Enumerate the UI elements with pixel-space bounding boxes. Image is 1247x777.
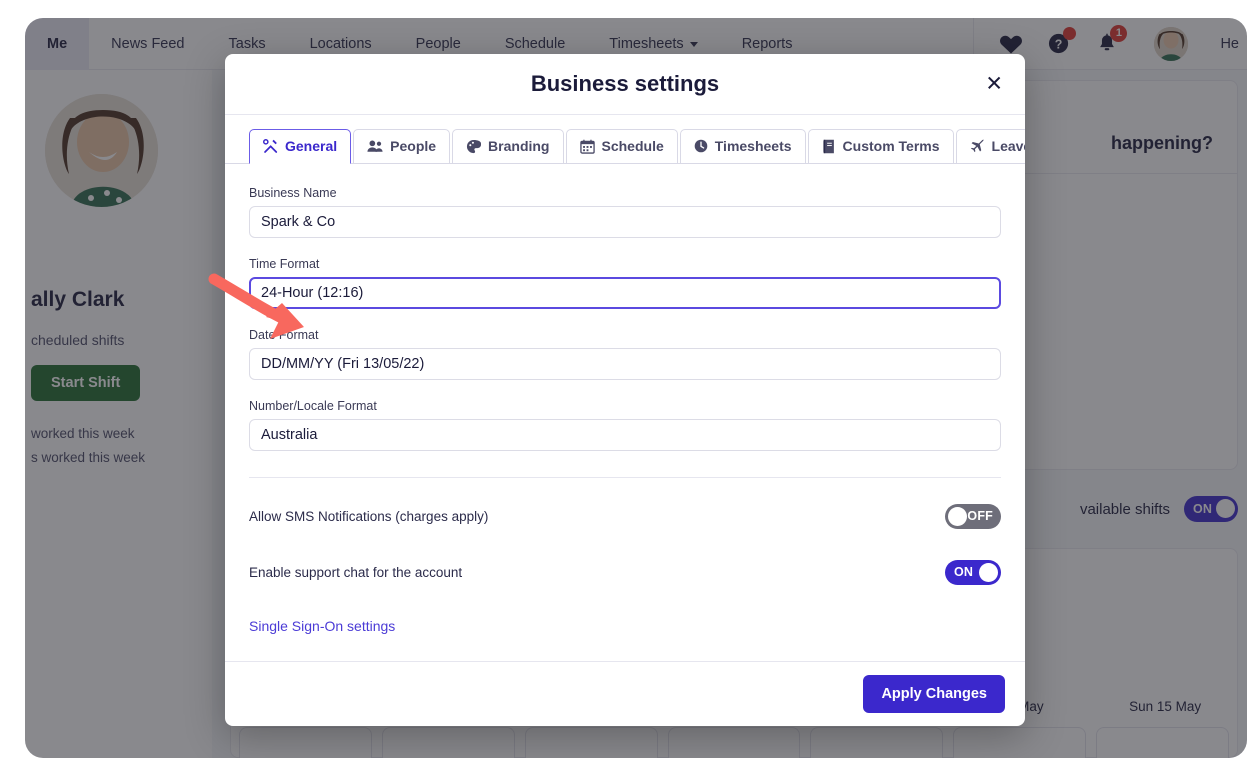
tab-label: General bbox=[285, 138, 337, 154]
book-icon bbox=[822, 139, 836, 154]
settings-tab-bar: General People Branding bbox=[225, 115, 1025, 164]
tools-icon bbox=[263, 139, 278, 154]
calendar-icon bbox=[580, 139, 595, 154]
dialog-header: Business settings ✕ bbox=[225, 54, 1025, 115]
row-support-chat: Enable support chat for the account ON bbox=[249, 554, 1001, 590]
field-time-format: Time Format bbox=[249, 257, 1001, 309]
field-label: Time Format bbox=[249, 257, 1001, 271]
tab-label: Schedule bbox=[602, 138, 664, 154]
tab-custom-terms[interactable]: Custom Terms bbox=[808, 129, 954, 164]
screenshot-root: Me News Feed Tasks Locations People Sche… bbox=[0, 0, 1247, 777]
tab-people[interactable]: People bbox=[353, 129, 450, 164]
tab-label: Custom Terms bbox=[843, 138, 940, 154]
tab-leave[interactable]: Leave bbox=[956, 129, 1025, 164]
support-chat-toggle[interactable]: ON bbox=[945, 560, 1001, 585]
single-sign-on-settings-link[interactable]: Single Sign-On settings bbox=[249, 618, 395, 634]
toggle-knob bbox=[948, 507, 967, 526]
clock-icon bbox=[694, 139, 708, 153]
dialog-title: Business settings bbox=[531, 71, 719, 97]
apply-changes-button[interactable]: Apply Changes bbox=[863, 675, 1005, 713]
toggle-state-label: OFF bbox=[967, 509, 993, 523]
business-name-input[interactable] bbox=[249, 206, 1001, 238]
number-locale-format-input[interactable] bbox=[249, 419, 1001, 451]
toggle-knob bbox=[979, 563, 998, 582]
tab-general[interactable]: General bbox=[249, 129, 351, 164]
people-icon bbox=[367, 139, 383, 153]
field-date-format: Date Format bbox=[249, 328, 1001, 380]
support-chat-label: Enable support chat for the account bbox=[249, 565, 462, 580]
tab-label: Leave bbox=[992, 138, 1025, 154]
time-format-input[interactable] bbox=[249, 277, 1001, 309]
plane-icon bbox=[970, 139, 985, 154]
field-number-locale-format: Number/Locale Format bbox=[249, 399, 1001, 451]
field-label: Number/Locale Format bbox=[249, 399, 1001, 413]
palette-icon bbox=[466, 139, 481, 154]
dialog-footer: Apply Changes bbox=[225, 661, 1025, 726]
field-business-name: Business Name bbox=[249, 186, 1001, 238]
sms-notifications-label: Allow SMS Notifications (charges apply) bbox=[249, 509, 488, 524]
business-settings-dialog: Business settings ✕ General People bbox=[225, 54, 1025, 726]
tab-label: Branding bbox=[488, 138, 549, 154]
app-window: Me News Feed Tasks Locations People Sche… bbox=[25, 18, 1247, 758]
date-format-input[interactable] bbox=[249, 348, 1001, 380]
field-label: Date Format bbox=[249, 328, 1001, 342]
tab-label: People bbox=[390, 138, 436, 154]
dialog-body: Business Name Time Format Date Format Nu… bbox=[225, 164, 1025, 661]
toggle-state-label: ON bbox=[954, 565, 973, 579]
close-icon[interactable]: ✕ bbox=[985, 74, 1003, 95]
row-sms-notifications: Allow SMS Notifications (charges apply) … bbox=[249, 498, 1001, 534]
tab-branding[interactable]: Branding bbox=[452, 129, 563, 164]
sms-notifications-toggle[interactable]: OFF bbox=[945, 504, 1001, 529]
tab-timesheets[interactable]: Timesheets bbox=[680, 129, 806, 164]
divider bbox=[249, 477, 1001, 478]
tab-label: Timesheets bbox=[715, 138, 792, 154]
field-label: Business Name bbox=[249, 186, 1001, 200]
tab-schedule[interactable]: Schedule bbox=[566, 129, 678, 164]
